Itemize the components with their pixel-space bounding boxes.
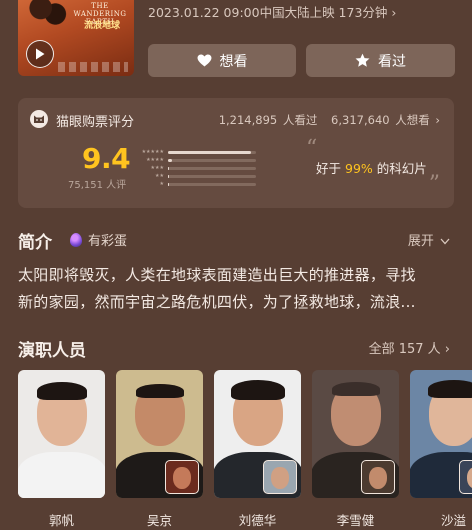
audience-counts[interactable]: 1,214,895 人看过 6,317,640 人想看 ›	[217, 112, 440, 128]
want-count: 6,317,640	[331, 113, 390, 127]
chevron-right-icon: ›	[444, 342, 450, 357]
quote-close-icon: ”	[428, 172, 440, 197]
cast-member[interactable]: 郭帆	[18, 370, 105, 529]
distribution-stars: ★★★★	[146, 157, 164, 163]
release-info[interactable]: 2023.01.22 09:00中国大陆上映 173分钟 ›	[148, 2, 396, 21]
distribution-bar-track	[168, 174, 256, 178]
want-to-watch-button[interactable]: 想看	[148, 44, 296, 77]
role-thumbnail	[263, 460, 297, 494]
poster-title-cn: 流浪地球	[84, 21, 121, 31]
distribution-stars: ★	[159, 181, 164, 187]
distribution-bar	[168, 150, 251, 154]
intro-title: 简介	[18, 233, 52, 253]
synopsis-line: 新的家园，然而宇宙之路危机四伏，为了拯救地球，流浪...	[18, 293, 416, 311]
want-suffix: 人想看	[395, 113, 430, 127]
rating-label: 猫眼购票评分	[56, 115, 135, 130]
cast-member[interactable]: 刘德华	[214, 370, 301, 529]
viewers-suffix: 人看过	[282, 113, 318, 127]
actor-name: 李雪健	[336, 513, 375, 528]
rating-score: 9.4	[82, 142, 131, 175]
want-label: 想看	[219, 53, 248, 70]
distribution-row: ★★★	[132, 164, 256, 172]
distribution-stars: ★★★★★	[141, 149, 164, 155]
distribution-row: ★	[132, 180, 256, 188]
synopsis-line: 太阳即将毁灭，人类在地球表面建造出巨大的推进器，寻找	[18, 266, 416, 284]
actor-photo	[116, 370, 203, 498]
distribution-row: ★★★★	[132, 156, 256, 164]
actor-name: 吴京	[146, 513, 172, 528]
cast-all-label: 全部 157 人	[368, 342, 441, 357]
seen-label: 看过	[378, 53, 406, 70]
egg-label: 有彩蛋	[88, 234, 128, 249]
heart-icon	[197, 54, 211, 67]
distribution-row: ★★★★★	[132, 148, 256, 156]
cast-list: 郭帆 吴京 刘德华 李雪健 沙溢	[18, 370, 472, 530]
movie-poster[interactable]: THE WANDERING EARTH 流浪地球	[18, 0, 134, 76]
poster-credits-strip	[58, 62, 128, 72]
synopsis[interactable]: 太阳即将毁灭，人类在地球表面建造出巨大的推进器，寻找 新的家园，然而宇宙之路危机…	[18, 262, 458, 316]
distribution-bar-track	[168, 158, 256, 162]
role-thumbnail	[165, 460, 199, 494]
actor-name: 刘德华	[238, 513, 277, 528]
actor-photo	[214, 370, 301, 498]
distribution-bar	[168, 158, 172, 162]
genre-ranking-text: 好于 99% 的科幻片	[316, 158, 427, 177]
quote-percent: 99%	[345, 161, 373, 176]
distribution-bar-track	[168, 166, 256, 170]
easter-egg-badge[interactable]: 有彩蛋	[70, 230, 127, 249]
rating-count: 75,151 人评	[68, 180, 127, 191]
role-thumbnail	[361, 460, 395, 494]
distribution-row: ★★	[132, 172, 256, 180]
expand-label: 展开	[407, 234, 434, 249]
role-thumbnail	[459, 460, 472, 494]
rating-distribution: ★★★★★ ★★★★ ★★★ ★★ ★	[132, 148, 256, 188]
viewers-count: 1,214,895	[218, 113, 278, 127]
actor-photo	[18, 370, 105, 498]
cast-member[interactable]: 李雪健	[312, 370, 399, 529]
quote-prefix: 好于	[316, 161, 342, 176]
expand-button[interactable]: 展开	[408, 230, 450, 249]
watched-button[interactable]: 看过	[306, 44, 455, 77]
chevron-right-icon: ›	[391, 5, 397, 20]
star-icon	[355, 53, 370, 67]
play-icon[interactable]	[26, 40, 54, 68]
distribution-bar-track	[168, 182, 256, 186]
genre-ranking: “ 好于 99% 的科幻片 ”	[306, 136, 442, 197]
cast-member[interactable]: 沙溢	[410, 370, 472, 529]
distribution-stars: ★★★	[150, 165, 164, 171]
rating-card[interactable]: 猫眼购票评分 1,214,895 人看过 6,317,640 人想看 › 9.4…	[18, 98, 454, 208]
cast-member[interactable]: 吴京	[116, 370, 203, 529]
actor-name: 郭帆	[48, 513, 74, 528]
release-info-text: 2023.01.22 09:00中国大陆上映 173分钟	[148, 5, 388, 20]
actor-photo	[410, 370, 472, 498]
actor-name: 沙溢	[440, 513, 466, 528]
cast-title: 演职人员	[18, 341, 86, 361]
maoyan-cat-icon	[30, 110, 48, 128]
distribution-stars: ★★	[155, 173, 164, 179]
poster-figures	[26, 0, 68, 32]
egg-icon	[70, 232, 82, 247]
actor-photo	[312, 370, 399, 498]
cast-all-link[interactable]: 全部 157 人 ›	[369, 338, 450, 357]
distribution-bar	[168, 166, 169, 170]
distribution-bar-track	[168, 150, 256, 154]
quote-suffix: 的科幻片	[376, 161, 427, 176]
chevron-down-icon	[440, 238, 450, 245]
chevron-right-icon: ›	[435, 113, 440, 127]
